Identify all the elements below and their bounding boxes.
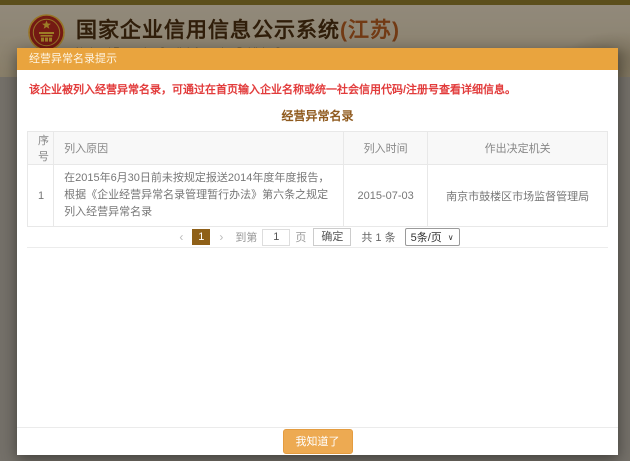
modal-title: 经营异常名录提示 (17, 48, 618, 70)
column-header-authority: 作出决定机关 (428, 132, 608, 165)
abnormal-list-modal: 经营异常名录提示 该企业被列入经营异常名录，可通过在首页输入企业名称或统一社会信… (17, 48, 618, 455)
cell-seq: 1 (28, 165, 54, 227)
table-header-row: 序号 列入原因 列入时间 作出决定机关 (28, 132, 608, 165)
table-row: 1 在2015年6月30日前未按规定报送2014年度年度报告，根据《企业经营异常… (28, 165, 608, 227)
next-page-button[interactable]: › (215, 230, 227, 244)
goto-page-input[interactable] (262, 229, 290, 246)
warning-text: 该企业被列入经营异常名录，可通过在首页输入企业名称或统一社会信用代码/注册号查看… (17, 70, 618, 99)
column-header-seq: 序号 (28, 132, 54, 165)
current-page-button[interactable]: 1 (192, 229, 210, 245)
chevron-down-icon: ∨ (448, 233, 454, 242)
total-count-label: 共 1 条 (361, 229, 395, 245)
page-size-value: 5条/页 (411, 229, 442, 245)
cell-reason: 在2015年6月30日前未按规定报送2014年度年度报告，根据《企业经营异常名录… (54, 165, 344, 227)
cell-authority: 南京市鼓楼区市场监督管理局 (428, 165, 608, 227)
modal-footer: 我知道了 (17, 427, 618, 455)
goto-page-label: 到第 (235, 229, 257, 245)
acknowledge-button[interactable]: 我知道了 (283, 429, 353, 454)
pagination-bar: ‹ 1 › 到第 页 确定 共 1 条 5条/页 ∨ (27, 227, 608, 248)
abnormal-list-table: 序号 列入原因 列入时间 作出决定机关 1 在2015年6月30日前未按规定报送… (27, 131, 608, 227)
column-header-reason: 列入原因 (54, 132, 344, 165)
goto-confirm-button[interactable]: 确定 (313, 228, 351, 246)
page-unit-label: 页 (295, 229, 306, 245)
cell-date: 2015-07-03 (344, 165, 428, 227)
page-size-select[interactable]: 5条/页 ∨ (405, 228, 460, 246)
table-wrap: 序号 列入原因 列入时间 作出决定机关 1 在2015年6月30日前未按规定报送… (27, 131, 608, 248)
table-title: 经营异常名录 (17, 107, 618, 124)
column-header-date: 列入时间 (344, 132, 428, 165)
modal-body: 该企业被列入经营异常名录，可通过在首页输入企业名称或统一社会信用代码/注册号查看… (17, 70, 618, 427)
prev-page-button[interactable]: ‹ (175, 230, 187, 244)
